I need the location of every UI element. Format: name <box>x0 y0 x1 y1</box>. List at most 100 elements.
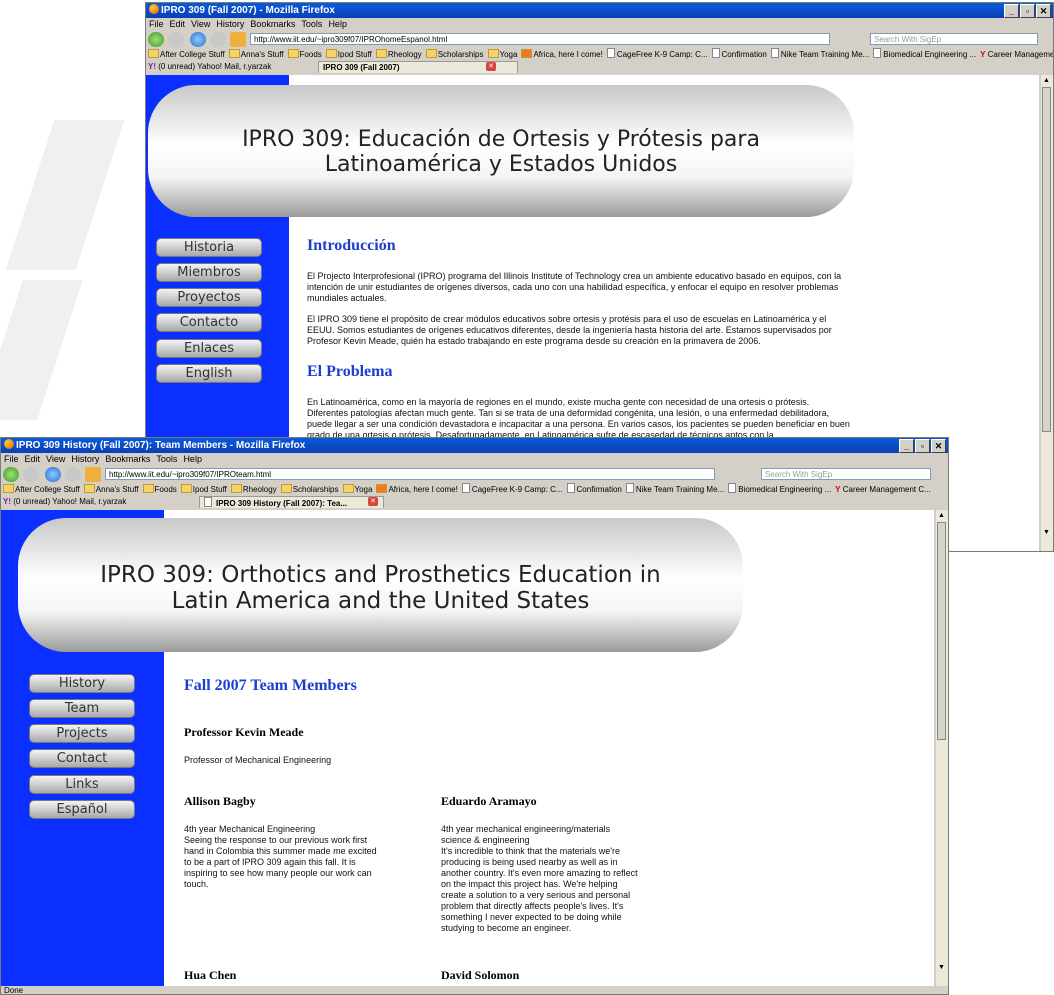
member-name: Eduardo Aramayo <box>441 794 537 808</box>
menu-edit[interactable]: Edit <box>170 19 186 29</box>
forward-arrow-icon[interactable] <box>168 32 184 47</box>
tab-close-icon[interactable]: ✕ <box>368 497 378 506</box>
status-bar: Done <box>4 986 24 995</box>
bookmark-item[interactable]: Rheology <box>230 484 277 494</box>
menu-edit[interactable]: Edit <box>25 454 41 464</box>
nav-espanol-button[interactable]: Español <box>29 800 135 819</box>
bookmark-item[interactable]: Africa, here I come! <box>376 484 458 494</box>
back-arrow-icon[interactable] <box>148 32 164 47</box>
close-button[interactable]: ✕ <box>1036 4 1051 18</box>
bookmark-item[interactable]: Biomedical Engineering ... <box>873 48 976 59</box>
nav-contacto-button[interactable]: Contacto <box>156 313 262 332</box>
bookmark-item[interactable]: Confirmation <box>566 483 622 494</box>
bookmark-item[interactable]: Africa, here I come! <box>521 49 603 59</box>
bookmark-item[interactable]: Anna's Stuff <box>228 49 284 59</box>
scroll-down-arrow-icon[interactable]: ▼ <box>936 962 947 973</box>
vertical-scrollbar[interactable]: ▲ ▼ <box>935 510 948 986</box>
nav-proyectos-button[interactable]: Proyectos <box>156 288 262 307</box>
menu-history[interactable]: History <box>71 454 99 464</box>
url-bar[interactable]: http://www.iit.edu/~ipro309f07/IPROteam.… <box>105 468 715 480</box>
bookmark-item[interactable]: Rheology <box>375 49 422 59</box>
intro-paragraph-2: El IPRO 309 tiene el propósito de crear … <box>307 314 832 346</box>
back-arrow-icon[interactable] <box>3 467 19 482</box>
tab-yahoo-mail[interactable]: Y! (0 unread) Yahoo! Mail, r.yarzak <box>148 61 271 73</box>
url-bar[interactable]: http://www.iit.edu/~ipro309f07/IPROhomeE… <box>250 33 830 45</box>
bookmark-item[interactable]: Ipod Stuff <box>325 49 372 59</box>
front-browser-window: IPRO 309 History (Fall 2007): Team Membe… <box>0 437 949 995</box>
nav-miembros-button[interactable]: Miembros <box>156 263 262 282</box>
tab-active[interactable]: IPRO 309 History (Fall 2007): Tea... <box>199 496 384 508</box>
tab-bar: Y! (0 unread) Yahoo! Mail, r.yarzak IPRO… <box>1 496 948 508</box>
bookmark-item[interactable]: After College Stuff <box>3 484 80 494</box>
bookmark-item[interactable]: After College Stuff <box>148 49 225 59</box>
page-banner: IPRO 309: Orthotics and Prosthetics Educ… <box>18 518 743 652</box>
bookmark-item[interactable]: Scholarships <box>425 49 484 59</box>
search-field[interactable]: Search With SigEp <box>761 468 931 480</box>
bookmark-item[interactable]: Y Career Management C... <box>980 50 1053 59</box>
close-button[interactable]: ✕ <box>931 439 946 453</box>
menu-tools[interactable]: Tools <box>301 19 322 29</box>
bookmark-item[interactable]: CageFree K-9 Camp: C... <box>606 48 708 59</box>
home-icon[interactable] <box>230 32 246 47</box>
search-field[interactable]: Search With SigEp <box>870 33 1038 45</box>
vertical-scrollbar[interactable]: ▲ ▼ <box>1040 75 1053 551</box>
intro-heading: Introducción <box>307 237 396 254</box>
member-bio: 4th year mechanical engineering/material… <box>441 824 638 933</box>
bookmark-item[interactable]: Nike Team Training Me... <box>770 48 869 59</box>
bookmark-item[interactable]: Y Career Management C... <box>835 485 931 494</box>
nav-enlaces-button[interactable]: Enlaces <box>156 339 262 358</box>
nav-english-button[interactable]: English <box>156 364 262 383</box>
menu-help[interactable]: Help <box>183 454 202 464</box>
title-bar[interactable]: IPRO 309 (Fall 2007) - Mozilla Firefox _… <box>146 3 1053 18</box>
menu-view[interactable]: View <box>191 19 210 29</box>
scroll-up-arrow-icon[interactable]: ▲ <box>1041 75 1052 86</box>
minimize-button[interactable]: _ <box>899 439 914 453</box>
menu-help[interactable]: Help <box>328 19 347 29</box>
scroll-down-arrow-icon[interactable]: ▼ <box>1041 527 1052 538</box>
bookmark-item[interactable]: Yoga <box>487 49 517 59</box>
minimize-button[interactable]: _ <box>1004 4 1019 18</box>
bookmark-item[interactable]: Foods <box>142 484 177 494</box>
maximize-button[interactable]: ▫ <box>915 439 930 453</box>
nav-history-button[interactable]: History <box>29 674 135 693</box>
menu-bookmarks[interactable]: Bookmarks <box>105 454 150 464</box>
stop-icon[interactable] <box>65 467 81 482</box>
nav-historia-button[interactable]: Historia <box>156 238 262 257</box>
nav-links-button[interactable]: Links <box>29 775 135 794</box>
tab-close-icon[interactable]: ✕ <box>486 62 496 71</box>
menu-file[interactable]: File <box>4 454 19 464</box>
menu-history[interactable]: History <box>216 19 244 29</box>
bookmark-item[interactable]: CageFree K-9 Camp: C... <box>461 483 563 494</box>
scroll-thumb[interactable] <box>937 522 946 740</box>
bookmark-item[interactable]: Nike Team Training Me... <box>625 483 724 494</box>
bookmark-item[interactable]: Ipod Stuff <box>180 484 227 494</box>
problem-paragraph: En Latinoamérica, como en la mayoría de … <box>307 397 850 440</box>
menu-bookmarks[interactable]: Bookmarks <box>250 19 295 29</box>
tab-yahoo-mail[interactable]: Y! (0 unread) Yahoo! Mail, r.yarzak <box>3 496 126 508</box>
bookmark-item[interactable]: Anna's Stuff <box>83 484 139 494</box>
nav-contact-button[interactable]: Contact <box>29 749 135 768</box>
scroll-thumb[interactable] <box>1042 87 1051 432</box>
professor-title: Professor of Mechanical Engineering <box>184 755 332 765</box>
bookmark-item[interactable]: Foods <box>287 49 322 59</box>
bookmark-item[interactable]: Biomedical Engineering ... <box>728 483 831 494</box>
stop-icon[interactable] <box>210 32 226 47</box>
forward-arrow-icon[interactable] <box>23 467 39 482</box>
title-bar[interactable]: IPRO 309 History (Fall 2007): Team Membe… <box>1 438 948 453</box>
reload-icon[interactable] <box>45 467 61 482</box>
bookmark-item[interactable]: Yoga <box>342 484 372 494</box>
nav-projects-button[interactable]: Projects <box>29 724 135 743</box>
scroll-up-arrow-icon[interactable]: ▲ <box>936 510 947 521</box>
tab-bar: Y! (0 unread) Yahoo! Mail, r.yarzak IPRO… <box>146 61 1053 73</box>
home-icon[interactable] <box>85 467 101 482</box>
intro-paragraph-1: El Projecto Interprofesional (IPRO) prog… <box>307 271 842 303</box>
maximize-button[interactable]: ▫ <box>1020 4 1035 18</box>
reload-icon[interactable] <box>190 32 206 47</box>
menu-tools[interactable]: Tools <box>156 454 177 464</box>
bookmark-item[interactable]: Scholarships <box>280 484 339 494</box>
member-name: Hua Chen <box>184 968 237 982</box>
nav-team-button[interactable]: Team <box>29 699 135 718</box>
menu-file[interactable]: File <box>149 19 164 29</box>
bookmark-item[interactable]: Confirmation <box>711 48 767 59</box>
menu-view[interactable]: View <box>46 454 65 464</box>
